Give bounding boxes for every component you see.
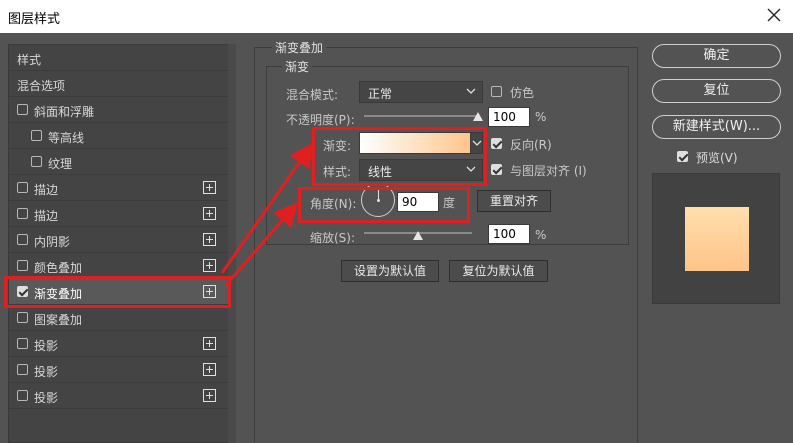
- blend-mode-value: 正常: [368, 87, 393, 101]
- opacity-label: 不透明度(P):: [286, 113, 355, 127]
- add-effect-icon[interactable]: [203, 259, 216, 272]
- blend-mode-select[interactable]: 正常: [359, 81, 483, 103]
- blend-mode-label: 混合模式:: [286, 88, 339, 102]
- style-item[interactable]: 图案叠加: [9, 305, 235, 331]
- blend-options-item[interactable]: 混合选项: [9, 71, 235, 97]
- style-item-label: 描边: [34, 209, 59, 223]
- reset-to-default-button[interactable]: 复位为默认值: [449, 260, 548, 282]
- add-effect-icon[interactable]: [203, 337, 216, 350]
- opacity-input[interactable]: 100: [488, 107, 530, 127]
- styles-list: 样式 混合选项 斜面和浮雕 等高线 纹理 描边 描边 内阴影 颜色叠加 渐变叠加 图案叠加 投影投…: [8, 44, 236, 443]
- preview-label: 预览(V): [696, 151, 738, 165]
- opacity-value: 100: [493, 110, 516, 124]
- reverse-label: 反向(R): [510, 138, 552, 152]
- style-item-label: 投影: [34, 391, 59, 405]
- scale-label: 缩放(S):: [310, 231, 356, 245]
- reset-alignment-button[interactable]: 重置对齐: [477, 190, 551, 212]
- scale-unit: %: [535, 228, 547, 242]
- style-item-checkbox[interactable]: [17, 182, 28, 193]
- chevron-down-icon: [466, 88, 476, 94]
- style-item-label: 图案叠加: [34, 313, 83, 327]
- dither-label: 仿色: [510, 86, 535, 100]
- styles-header-label: 样式: [17, 53, 42, 67]
- style-item-checkbox[interactable]: [17, 312, 28, 323]
- reset-button[interactable]: 复位: [652, 79, 781, 103]
- style-item[interactable]: 投影: [9, 357, 235, 383]
- add-effect-icon[interactable]: [203, 181, 216, 194]
- annotation-box-angle: [298, 187, 470, 223]
- style-item[interactable]: 投影: [9, 331, 235, 357]
- style-item-checkbox[interactable]: [17, 260, 28, 271]
- style-item-label: 等高线: [48, 131, 85, 145]
- style-item[interactable]: 纹理: [9, 149, 235, 175]
- add-effect-icon[interactable]: [203, 389, 216, 402]
- opacity-unit: %: [535, 110, 547, 124]
- layer-style-dialog: 样式 混合选项 斜面和浮雕 等高线 纹理 描边 描边 内阴影 颜色叠加 渐变叠加 图案叠加 投影投…: [0, 33, 793, 443]
- style-item[interactable]: 投影: [9, 383, 235, 409]
- scale-slider-thumb[interactable]: [413, 231, 423, 240]
- add-effect-icon[interactable]: [203, 207, 216, 220]
- annotation-box-gradient-settings: [312, 127, 487, 186]
- add-effect-icon[interactable]: [203, 363, 216, 376]
- style-item-label: 描边: [34, 183, 59, 197]
- opacity-slider-thumb[interactable]: [473, 112, 483, 121]
- blend-options-label: 混合选项: [17, 79, 66, 93]
- preview-checkbox[interactable]: [677, 151, 688, 162]
- style-item-checkbox[interactable]: [31, 130, 42, 141]
- add-effect-icon[interactable]: [203, 233, 216, 246]
- annotation-box-gradient-overlay-item: [4, 276, 231, 308]
- align-with-layer-checkbox[interactable]: [491, 164, 502, 175]
- style-item-checkbox[interactable]: [17, 338, 28, 349]
- gradient-overlay-panel: 渐变叠加 渐变 混合模式: 正常 仿色 不透明度(P): 100 % 渐变: 反…: [254, 33, 638, 443]
- title-bar: 图层样式: [0, 0, 793, 33]
- window-title: 图层样式: [8, 12, 61, 27]
- new-style-button[interactable]: 新建样式(W)...: [652, 115, 781, 139]
- style-item-checkbox[interactable]: [17, 390, 28, 401]
- style-item[interactable]: 描边: [9, 201, 235, 227]
- style-item-checkbox[interactable]: [17, 234, 28, 245]
- style-item-label: 纹理: [48, 157, 73, 171]
- align-with-layer-label: 与图层对齐 (I): [510, 164, 587, 178]
- style-item-label: 投影: [34, 339, 59, 353]
- style-item[interactable]: 内阴影: [9, 227, 235, 253]
- close-icon[interactable]: [763, 4, 785, 26]
- style-item[interactable]: 斜面和浮雕: [9, 97, 235, 123]
- gradient-overlay-title: 渐变叠加: [272, 39, 327, 56]
- dither-checkbox[interactable]: [491, 86, 502, 97]
- style-item-label: 内阴影: [34, 235, 71, 249]
- ok-button[interactable]: 确定: [652, 44, 781, 68]
- styles-header[interactable]: 样式: [9, 45, 235, 71]
- scale-value: 100: [493, 227, 516, 241]
- reverse-checkbox[interactable]: [491, 138, 502, 149]
- preview-swatch: [685, 207, 749, 271]
- styles-list-scrollbar[interactable]: [228, 44, 236, 443]
- style-item-label: 颜色叠加: [34, 261, 83, 275]
- gradient-section-title: 渐变: [282, 58, 313, 75]
- style-item-checkbox[interactable]: [31, 156, 42, 167]
- style-item-label: 投影: [34, 365, 59, 379]
- style-item-checkbox[interactable]: [17, 104, 28, 115]
- style-item-checkbox[interactable]: [17, 208, 28, 219]
- opacity-slider-track[interactable]: [364, 115, 478, 117]
- style-item-label: 斜面和浮雕: [34, 105, 95, 119]
- scale-input[interactable]: 100: [488, 224, 530, 244]
- style-item-checkbox[interactable]: [17, 364, 28, 375]
- set-as-default-button[interactable]: 设置为默认值: [341, 260, 439, 282]
- style-item[interactable]: 描边: [9, 175, 235, 201]
- preview-box: [652, 173, 780, 304]
- style-item[interactable]: 等高线: [9, 123, 235, 149]
